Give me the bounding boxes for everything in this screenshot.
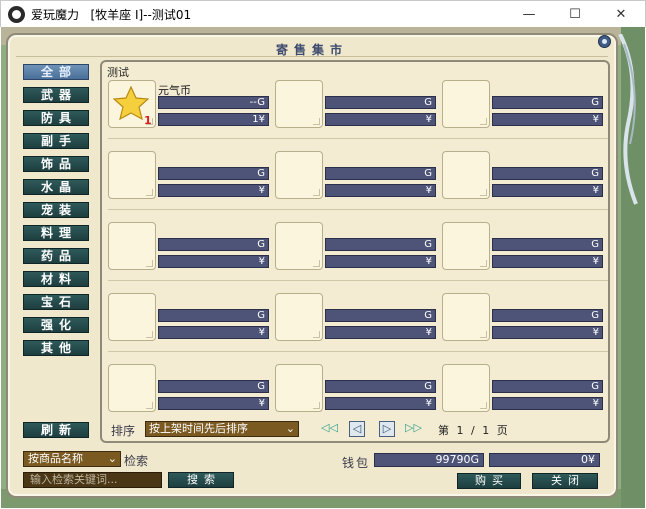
- item-slot[interactable]: [108, 293, 156, 341]
- item-gold-price: G: [492, 238, 603, 251]
- item-yen-price: ¥: [325, 397, 436, 410]
- minimize-icon: —: [522, 7, 536, 22]
- item-yen-price: ¥: [492, 397, 603, 410]
- app-icon: [8, 6, 25, 23]
- item-slot[interactable]: [275, 151, 323, 199]
- item-yen-price: ¥: [492, 184, 603, 197]
- item-gold-price: G: [325, 96, 436, 109]
- panel-header: 寄售集市: [16, 39, 608, 57]
- chevron-down-icon: ⌄: [285, 422, 295, 435]
- item-slot[interactable]: [442, 151, 490, 199]
- item-gold-price: G: [492, 309, 603, 322]
- category-button[interactable]: 饰品: [23, 156, 89, 172]
- item-gold-price: G: [492, 380, 603, 393]
- item-slot[interactable]: [275, 364, 323, 412]
- item-yen-price: ¥: [325, 326, 436, 339]
- item-yen-price: ¥: [325, 113, 436, 126]
- item-gold-price: G: [158, 380, 269, 393]
- item-count: 1: [144, 114, 152, 127]
- item-yen-price: 1¥: [158, 113, 269, 126]
- item-yen-price: ¥: [492, 255, 603, 268]
- window-titlebar: 爱玩魔力 [牧羊座 I]--测试01 — ☐ ✕: [0, 0, 646, 27]
- item-gold-price: G: [492, 167, 603, 180]
- category-button[interactable]: 宠装: [23, 202, 89, 218]
- item-yen-price: ¥: [158, 184, 269, 197]
- sort-select[interactable]: 按上架时间先后排序 ⌄: [145, 421, 299, 437]
- row-divider: [108, 280, 608, 281]
- item-slot[interactable]: [442, 222, 490, 270]
- decorative-frame-ornament: [618, 34, 638, 205]
- item-gold-price: G: [492, 96, 603, 109]
- item-yen-price: ¥: [325, 255, 436, 268]
- item-gold-price: G: [325, 167, 436, 180]
- item-yen-price: ¥: [158, 326, 269, 339]
- item-slot[interactable]: [108, 222, 156, 270]
- item-yen-price: ¥: [158, 397, 269, 410]
- row-divider: [108, 351, 608, 352]
- wallet-yen: 0¥: [489, 453, 600, 467]
- close-button[interactable]: 关闭: [532, 473, 598, 489]
- first-page-button[interactable]: ◁◁: [321, 421, 338, 437]
- item-name: 元气币: [158, 84, 191, 97]
- item-gold-price: G: [325, 380, 436, 393]
- search-input[interactable]: 输入检索关键词...: [23, 472, 162, 488]
- wallet-label: 钱包: [342, 456, 371, 470]
- item-slot[interactable]: [442, 80, 490, 128]
- row-divider: [108, 138, 608, 139]
- prev-page-button[interactable]: ◁: [349, 421, 365, 437]
- item-slot[interactable]: [275, 222, 323, 270]
- category-button[interactable]: 其他: [23, 340, 89, 356]
- item-slot[interactable]: [275, 293, 323, 341]
- item-slot[interactable]: [442, 293, 490, 341]
- item-slot[interactable]: [442, 364, 490, 412]
- window-close-button[interactable]: ✕: [598, 1, 644, 28]
- item-yen-price: ¥: [325, 184, 436, 197]
- item-slot[interactable]: [108, 364, 156, 412]
- item-gold-price: G: [158, 238, 269, 251]
- next-page-button[interactable]: ▷: [379, 421, 395, 437]
- item-yen-price: ¥: [492, 113, 603, 126]
- refresh-button[interactable]: 刷新: [23, 422, 89, 438]
- item-yen-price: ¥: [492, 326, 603, 339]
- search-button[interactable]: 搜索: [168, 472, 234, 488]
- search-type-value: 按商品名称: [28, 452, 83, 465]
- category-button[interactable]: 强化: [23, 317, 89, 333]
- category-button[interactable]: 料理: [23, 225, 89, 241]
- category-button[interactable]: 全部: [23, 64, 89, 80]
- wallet-gold: 99790G: [374, 453, 484, 467]
- item-yen-price: ¥: [158, 255, 269, 268]
- search-label: 检索: [124, 454, 149, 468]
- maximize-button[interactable]: ☐: [552, 1, 598, 28]
- maximize-icon: ☐: [569, 7, 581, 22]
- sort-selected-value: 按上架时间先后排序: [149, 422, 248, 435]
- category-button[interactable]: 水晶: [23, 179, 89, 195]
- search-type-select[interactable]: 按商品名称 ⌄: [23, 451, 121, 467]
- current-category-label: 测试: [107, 66, 129, 79]
- item-gold-price: G: [325, 309, 436, 322]
- help-icon[interactable]: [598, 35, 611, 48]
- item-gold-price: G: [325, 238, 436, 251]
- item-slot[interactable]: [275, 80, 323, 128]
- category-button[interactable]: 武器: [23, 87, 89, 103]
- sort-label: 排序: [111, 424, 136, 438]
- item-gold-price: G: [158, 167, 269, 180]
- buy-button[interactable]: 购买: [457, 473, 521, 489]
- panel-title: 寄售集市: [275, 43, 348, 57]
- category-button[interactable]: 材料: [23, 271, 89, 287]
- chevron-down-icon: ⌄: [107, 452, 117, 465]
- category-button[interactable]: 防具: [23, 110, 89, 126]
- window-title: 爱玩魔力 [牧羊座 I]--测试01: [31, 8, 192, 22]
- item-gold-price: G: [158, 309, 269, 322]
- close-icon: ✕: [615, 7, 627, 22]
- item-slot[interactable]: [108, 151, 156, 199]
- category-button[interactable]: 药品: [23, 248, 89, 264]
- last-page-button[interactable]: ▷▷: [405, 421, 422, 437]
- category-button[interactable]: 副手: [23, 133, 89, 149]
- row-divider: [108, 209, 608, 210]
- minimize-button[interactable]: —: [506, 1, 552, 28]
- category-button[interactable]: 宝石: [23, 294, 89, 310]
- page-indicator: 第 1 / 1 页: [438, 424, 510, 437]
